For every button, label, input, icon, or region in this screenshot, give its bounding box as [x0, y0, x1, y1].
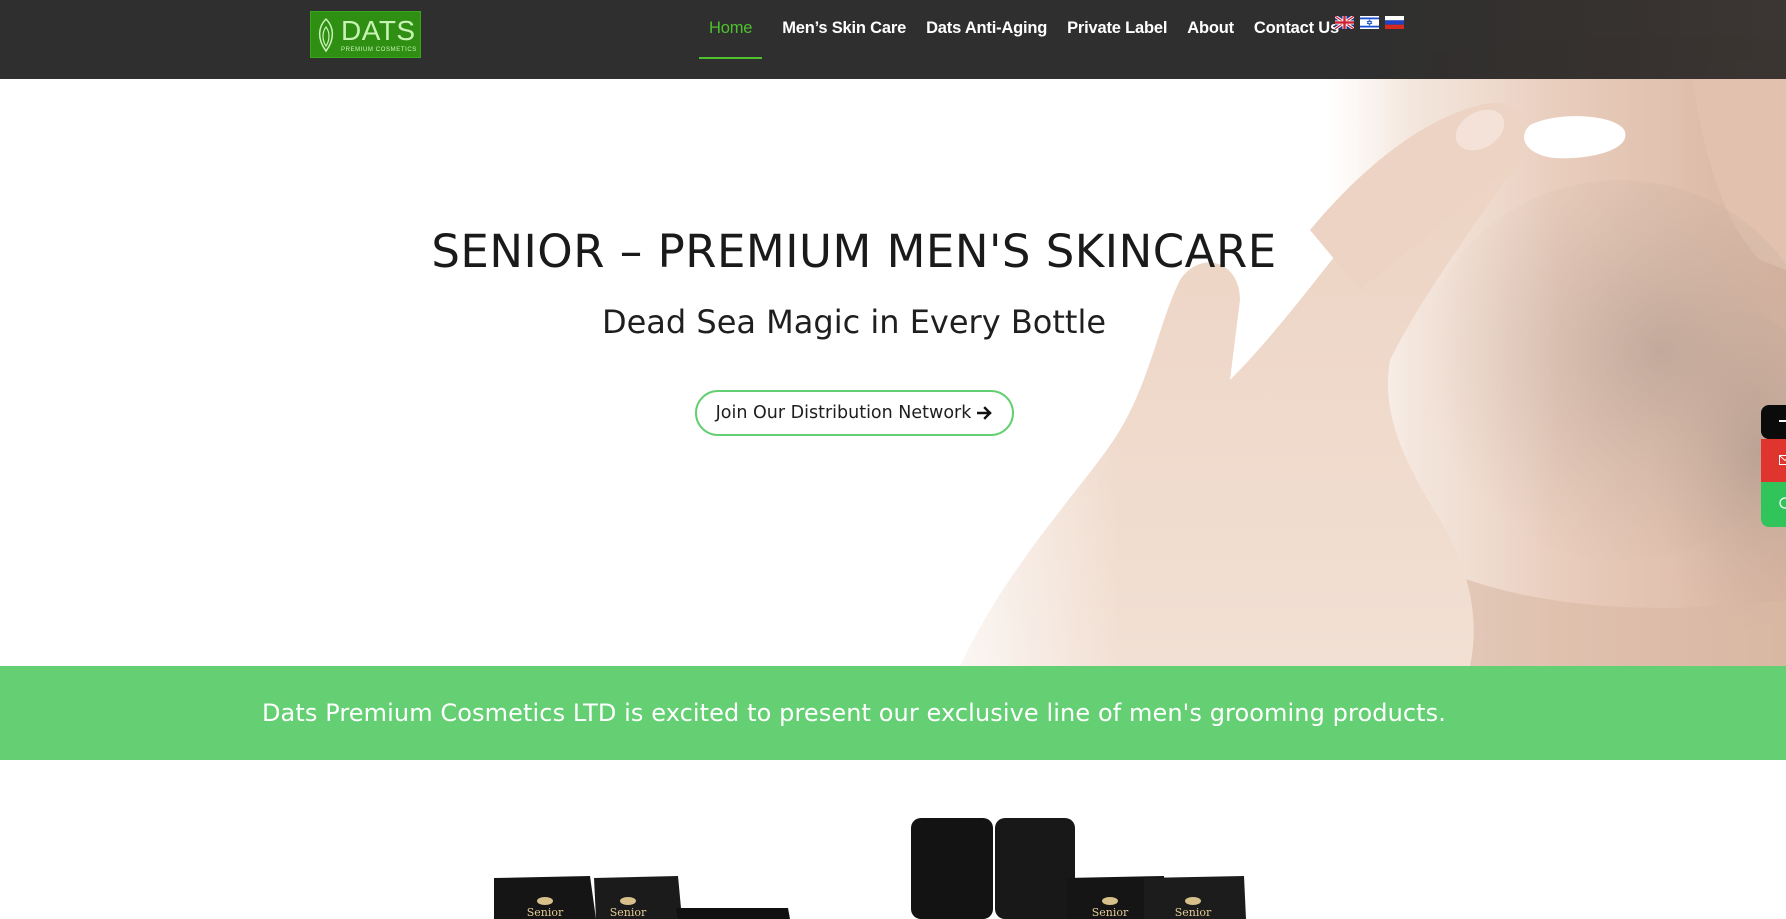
- logo-subtitle: PREMIUM COSMETICS: [341, 46, 417, 53]
- product-showcase: Senior Senior Senior Senior: [0, 760, 1786, 919]
- product-image-tubes-left: Senior Senior: [494, 876, 790, 919]
- dats-logo[interactable]: DATS PREMIUM COSMETICS: [310, 11, 421, 58]
- intro-banner: Dats Premium Cosmetics LTD is excited to…: [0, 666, 1786, 760]
- nav-private-label[interactable]: Private Label: [1067, 19, 1167, 38]
- header-image-overlay: [1366, 0, 1786, 79]
- nav-contact-us[interactable]: Contact Us: [1254, 19, 1339, 38]
- site-header: DATS PREMIUM COSMETICS Home Men’s Skin C…: [0, 0, 1786, 79]
- russia-flag-icon[interactable]: [1385, 16, 1404, 29]
- mail-icon: [1779, 454, 1786, 468]
- hero-subtitle: Dead Sea Magic in Every Bottle: [601, 303, 1107, 341]
- banner-text: Dats Premium Cosmetics LTD is excited to…: [261, 699, 1447, 727]
- phone-contact-tab[interactable]: [1761, 405, 1786, 439]
- arrow-right-icon: [977, 406, 993, 420]
- nav-about[interactable]: About: [1187, 19, 1234, 38]
- israel-flag-icon[interactable]: [1360, 16, 1379, 29]
- whatsapp-icon: [1779, 497, 1786, 512]
- logo-wordmark: DATS: [341, 14, 416, 46]
- tube-brand-text: Senior: [527, 906, 564, 919]
- language-switcher: [1335, 16, 1404, 29]
- hero-title: SENIOR – PREMIUM MEN'S SKINCARE: [431, 225, 1277, 278]
- phone-icon: [1779, 415, 1786, 430]
- whatsapp-contact-tab[interactable]: [1761, 482, 1786, 527]
- main-navigation: Home Men’s Skin Care Dats Anti-Aging Pri…: [699, 0, 1359, 59]
- join-distribution-network-button[interactable]: Join Our Distribution Network: [695, 390, 1014, 436]
- tube-brand-text: Senior: [1092, 906, 1129, 919]
- nav-home[interactable]: Home: [699, 19, 763, 59]
- tube-brand-text: Senior: [610, 906, 647, 919]
- nav-dats-anti-aging[interactable]: Dats Anti-Aging: [926, 19, 1047, 38]
- cta-label: Join Our Distribution Network: [715, 403, 972, 423]
- english-flag-icon[interactable]: [1335, 16, 1354, 29]
- leaf-logo-icon: [311, 13, 341, 57]
- tube-brand-text: Senior: [1175, 906, 1212, 919]
- email-contact-tab[interactable]: [1761, 439, 1786, 482]
- nav-mens-skin-care[interactable]: Men’s Skin Care: [782, 19, 906, 38]
- product-image-bottles-right: Senior Senior: [911, 818, 1246, 919]
